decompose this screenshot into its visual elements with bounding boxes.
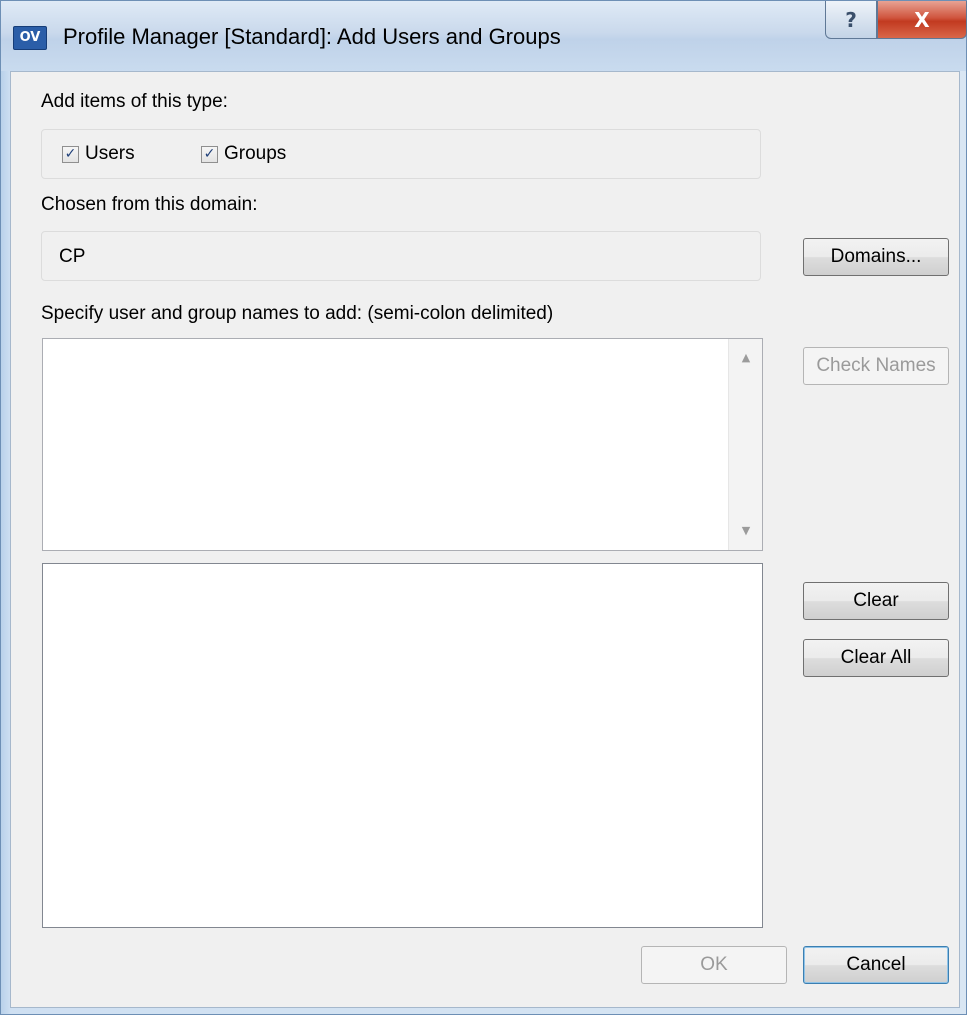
ok-button[interactable]: OK	[641, 946, 787, 984]
domain-field: CP	[41, 231, 761, 281]
dialog-client-area: Add items of this type: ✓ Users ✓ Groups…	[10, 71, 960, 1008]
app-icon: OV	[13, 26, 47, 50]
help-icon: ?	[845, 7, 857, 32]
item-types-label: Add items of this type:	[41, 91, 228, 112]
names-input[interactable]: ▲ ▼	[42, 338, 763, 551]
item-types-group: ✓ Users ✓ Groups	[41, 129, 761, 179]
clear-button[interactable]: Clear	[803, 582, 949, 620]
close-icon: X	[914, 7, 930, 32]
cancel-button[interactable]: Cancel	[803, 946, 949, 984]
users-check-icon: ✓	[62, 145, 79, 163]
names-scrollbar[interactable]: ▲ ▼	[728, 339, 762, 550]
domains-button[interactable]: Domains...	[803, 238, 949, 276]
title-bar[interactable]: OV Profile Manager [Standard]: Add Users…	[1, 1, 967, 71]
users-checkbox[interactable]: ✓ Users	[62, 143, 135, 165]
domain-label: Chosen from this domain:	[41, 194, 258, 215]
check-names-button[interactable]: Check Names	[803, 347, 949, 385]
groups-checkbox[interactable]: ✓ Groups	[201, 143, 286, 165]
names-label: Specify user and group names to add: (se…	[41, 303, 554, 324]
users-checkbox-label: Users	[85, 143, 135, 164]
clear-all-button[interactable]: Clear All	[803, 639, 949, 677]
dialog-window: OV Profile Manager [Standard]: Add Users…	[0, 0, 967, 1015]
close-button[interactable]: X	[877, 1, 967, 39]
help-button[interactable]: ?	[825, 1, 877, 39]
groups-checkbox-label: Groups	[224, 143, 287, 164]
window-title: Profile Manager [Standard]: Add Users an…	[63, 24, 561, 49]
scroll-down-icon[interactable]: ▼	[729, 516, 763, 546]
groups-check-icon: ✓	[201, 145, 218, 163]
domain-value: CP	[59, 246, 86, 267]
selected-items-list[interactable]	[42, 563, 763, 928]
scroll-up-icon[interactable]: ▲	[729, 343, 763, 373]
